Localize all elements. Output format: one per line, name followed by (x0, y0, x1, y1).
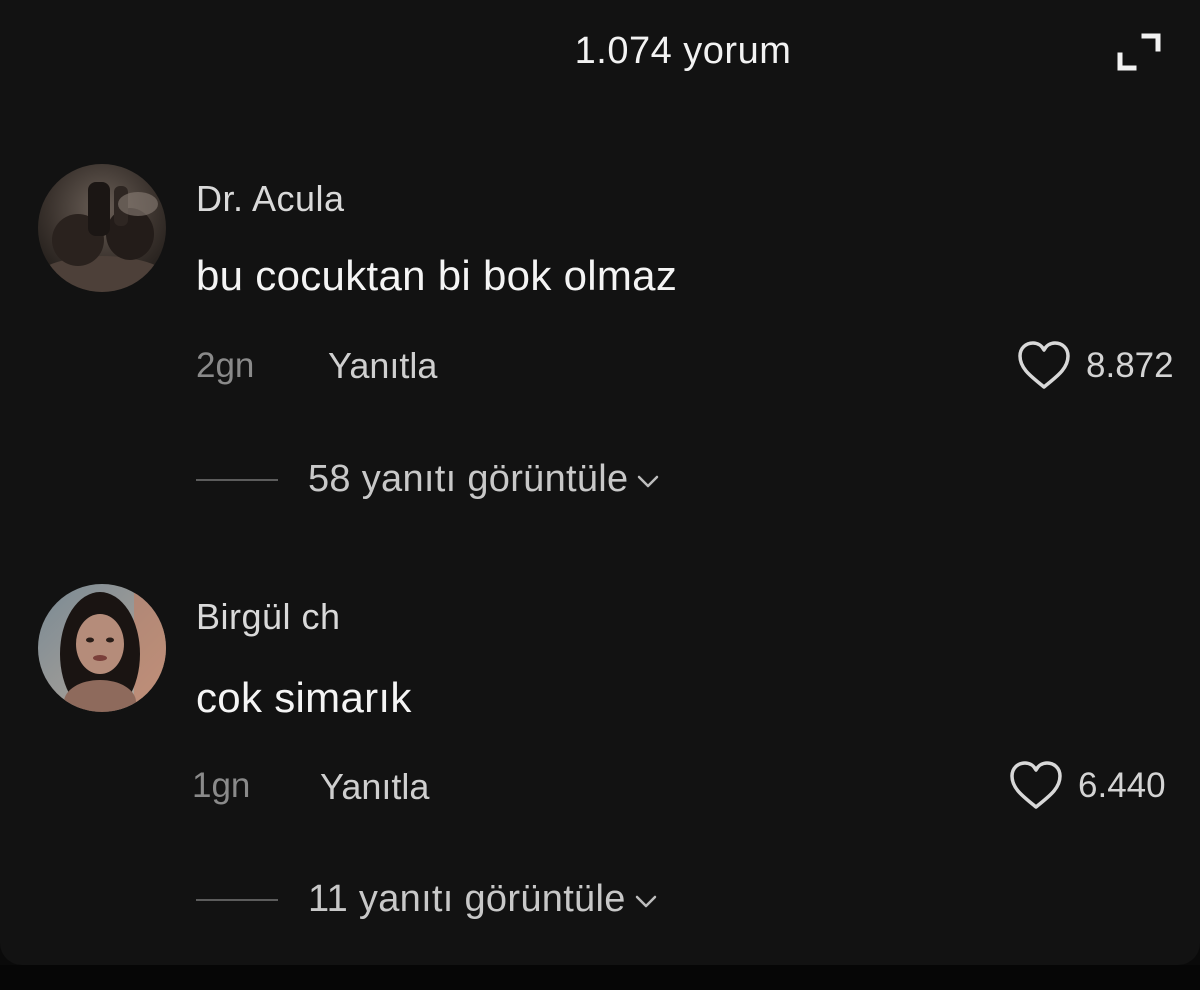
comment-count-title: 1.074 yorum (574, 30, 792, 72)
heart-icon (1010, 761, 1062, 809)
chevron-down-icon (638, 475, 659, 487)
view-replies-button[interactable]: 11 yanıtı görüntüle (196, 878, 658, 921)
comment-username[interactable]: Birgül ch (196, 596, 341, 638)
comment-time: 1gn (192, 766, 251, 805)
comments-sheet: 1.074 yorum Dr. Acula bu cocuktan bi bok… (0, 0, 1200, 965)
view-replies-button[interactable]: 58 yanıtı görüntüle (196, 458, 660, 501)
comment-username[interactable]: Dr. Acula (196, 178, 345, 220)
heart-icon (1018, 341, 1070, 389)
like-count: 6.440 (1078, 766, 1166, 805)
background-strip (0, 965, 1200, 990)
comment-text: cok simarık (196, 674, 412, 721)
divider (196, 478, 278, 481)
comment-time: 2gn (196, 346, 255, 385)
avatar[interactable] (38, 164, 166, 292)
view-replies-label: 58 yanıtı görüntüle (308, 458, 629, 500)
like-button[interactable]: 6.440 (1008, 760, 1166, 812)
like-count: 8.872 (1086, 346, 1174, 385)
comment-text: bu cocuktan bi bok olmaz (196, 252, 678, 299)
reply-button[interactable]: Yanıtla (320, 766, 429, 808)
chevron-down-icon (635, 895, 656, 907)
divider (196, 898, 278, 901)
avatar[interactable] (38, 584, 166, 712)
view-replies-label: 11 yanıtı görüntüle (308, 878, 626, 920)
reply-button[interactable]: Yanıtla (328, 345, 437, 387)
like-button[interactable]: 8.872 (1016, 340, 1174, 392)
expand-icon[interactable] (1114, 30, 1164, 74)
